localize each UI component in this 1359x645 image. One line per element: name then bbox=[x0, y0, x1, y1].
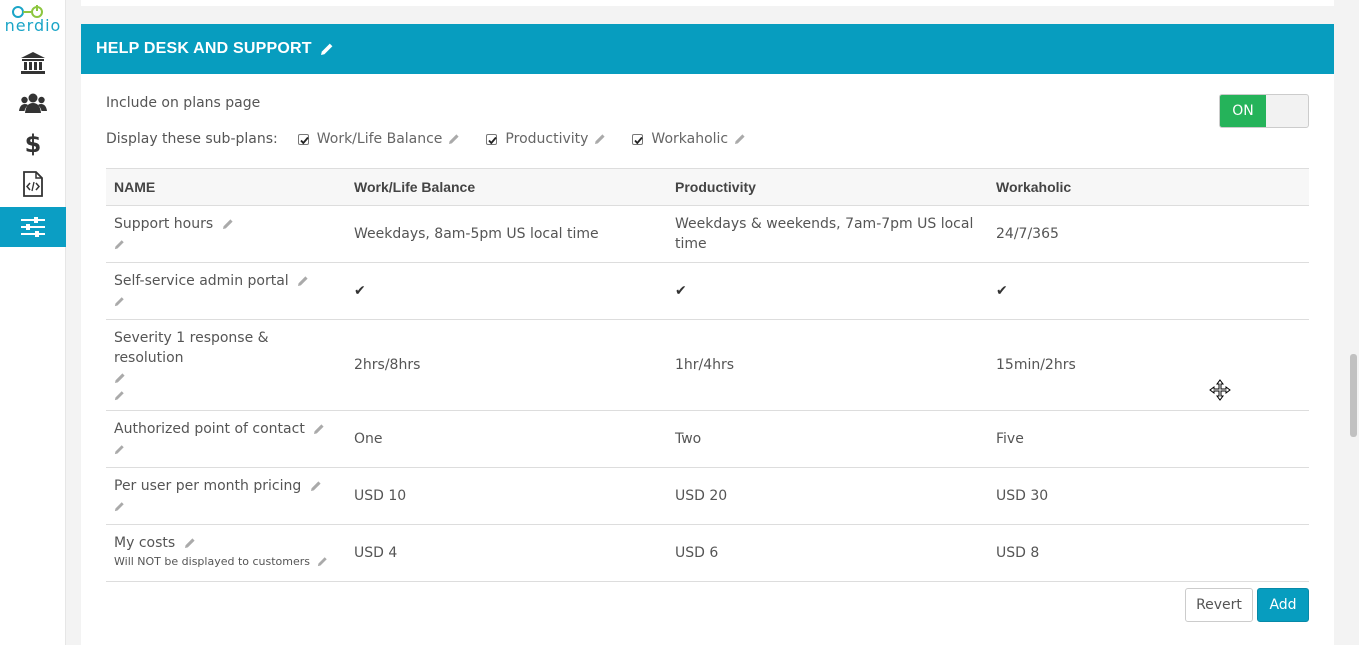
panel-header: HELP DESK AND SUPPORT bbox=[81, 24, 1334, 74]
row-note: Will NOT be displayed to customers bbox=[114, 555, 311, 568]
subplan-checkbox[interactable] bbox=[486, 133, 498, 145]
table-cell: USD 10 bbox=[346, 467, 667, 525]
subplans-row: Display these sub-plans: Work/Life Balan… bbox=[106, 129, 772, 149]
code-file-icon bbox=[23, 171, 43, 197]
table-row: Authorized point of contact One Two Five bbox=[106, 410, 1309, 468]
pencil-icon[interactable] bbox=[594, 133, 606, 145]
subplan-work-life-balance: Work/Life Balance bbox=[297, 131, 461, 147]
checkmark-icon: ✔ bbox=[988, 262, 1309, 320]
table-row: My costs Will NOT be displayed to custom… bbox=[106, 524, 1309, 582]
column-header-name: NAME bbox=[106, 168, 346, 206]
table-cell: Weekdays & weekends, 7am-7pm US local ti… bbox=[667, 205, 988, 263]
table-cell: USD 30 bbox=[988, 467, 1309, 525]
subplans-label: Display these sub-plans: bbox=[106, 131, 278, 147]
checkmark-icon bbox=[634, 136, 644, 144]
table-cell: Two bbox=[667, 410, 988, 468]
pencil-icon[interactable] bbox=[320, 42, 334, 56]
pencil-icon[interactable] bbox=[114, 239, 125, 250]
include-toggle[interactable]: ON bbox=[1219, 94, 1309, 128]
subplan-label: Productivity bbox=[505, 131, 589, 147]
toggle-on-label: ON bbox=[1220, 95, 1266, 127]
row-name: My costs bbox=[114, 535, 176, 551]
row-name-cell: Per user per month pricing bbox=[106, 467, 346, 525]
table-cell: 24/7/365 bbox=[988, 205, 1309, 263]
checkmark-icon bbox=[300, 136, 309, 144]
row-name-cell: Severity 1 response & resolution bbox=[106, 319, 346, 411]
sidebar-item-settings[interactable] bbox=[0, 207, 66, 247]
table-row: Per user per month pricing USD 10 USD 20… bbox=[106, 467, 1309, 525]
checkmark-icon: ✔ bbox=[346, 262, 667, 320]
subplan-productivity: Productivity bbox=[486, 131, 606, 147]
pencil-icon[interactable] bbox=[297, 275, 309, 287]
table-row: Support hours Weekdays, 8am-5pm US local… bbox=[106, 205, 1309, 263]
subplan-checkbox[interactable] bbox=[632, 133, 644, 145]
row-name-cell: Authorized point of contact bbox=[106, 410, 346, 468]
sidebar-item-users[interactable] bbox=[0, 83, 66, 123]
bank-icon bbox=[21, 52, 45, 74]
table-row: Severity 1 response & resolution 2hrs/8h… bbox=[106, 319, 1309, 411]
table-cell: 2hrs/8hrs bbox=[346, 319, 667, 411]
checkmark-icon: ✔ bbox=[667, 262, 988, 320]
row-name: Severity 1 response & resolution bbox=[114, 330, 269, 366]
features-table: NAME Work/Life Balance Productivity Work… bbox=[106, 168, 1309, 582]
sliders-icon bbox=[21, 217, 45, 237]
pencil-icon[interactable] bbox=[114, 444, 125, 455]
table-row: Self-service admin portal ✔ ✔ ✔ bbox=[106, 262, 1309, 320]
table-cell: Weekdays, 8am-5pm US local time bbox=[346, 205, 667, 263]
pencil-icon[interactable] bbox=[114, 372, 126, 384]
row-name: Per user per month pricing bbox=[114, 478, 302, 494]
column-header-productivity: Productivity bbox=[667, 168, 988, 206]
pencil-icon[interactable] bbox=[313, 423, 325, 435]
row-name-cell: My costs Will NOT be displayed to custom… bbox=[106, 524, 346, 582]
dollar-icon: $ bbox=[24, 130, 42, 158]
checkmark-icon bbox=[488, 136, 498, 144]
pencil-icon[interactable] bbox=[448, 133, 460, 145]
page-title: HELP DESK AND SUPPORT bbox=[96, 40, 312, 57]
column-header-workaholic: Workaholic bbox=[988, 168, 1309, 206]
subplan-label: Workaholic bbox=[651, 131, 729, 147]
table-header-row: NAME Work/Life Balance Productivity Work… bbox=[106, 168, 1309, 206]
pencil-icon[interactable] bbox=[310, 480, 322, 492]
sidebar: nerdio $ bbox=[0, 0, 66, 645]
sidebar-item-pricing[interactable]: $ bbox=[0, 124, 66, 164]
page-scrollbar[interactable] bbox=[1347, 0, 1359, 645]
table-cell: One bbox=[346, 410, 667, 468]
move-cursor-icon bbox=[1209, 379, 1231, 401]
pencil-icon[interactable] bbox=[184, 537, 196, 549]
scrollbar-thumb[interactable] bbox=[1350, 354, 1357, 437]
subplan-checkbox[interactable] bbox=[297, 133, 309, 145]
users-icon bbox=[19, 93, 47, 113]
pencil-icon[interactable] bbox=[317, 556, 328, 567]
help-desk-panel: HELP DESK AND SUPPORT Include on plans p… bbox=[81, 24, 1334, 645]
column-header-work-life: Work/Life Balance bbox=[346, 168, 667, 206]
table-cell: 1hr/4hrs bbox=[667, 319, 988, 411]
pencil-icon[interactable] bbox=[114, 390, 125, 401]
table-cell: USD 4 bbox=[346, 524, 667, 582]
pencil-icon[interactable] bbox=[114, 501, 125, 512]
pencil-icon[interactable] bbox=[114, 296, 125, 307]
previous-panel-edge bbox=[81, 0, 1334, 6]
table-cell: Five bbox=[988, 410, 1309, 468]
table-cell: USD 20 bbox=[667, 467, 988, 525]
add-button[interactable]: Add bbox=[1257, 588, 1309, 622]
sidebar-item-code[interactable] bbox=[0, 164, 66, 204]
table-cell: USD 8 bbox=[988, 524, 1309, 582]
revert-button[interactable]: Revert bbox=[1185, 588, 1253, 622]
pencil-icon[interactable] bbox=[734, 133, 746, 145]
sidebar-item-bank[interactable] bbox=[0, 43, 66, 83]
pencil-icon[interactable] bbox=[222, 218, 234, 230]
row-name-cell: Support hours bbox=[106, 205, 346, 263]
row-name: Authorized point of contact bbox=[114, 421, 305, 437]
row-name: Support hours bbox=[114, 216, 214, 232]
logo-text: nerdio bbox=[4, 16, 62, 35]
subplan-workaholic: Workaholic bbox=[632, 131, 746, 147]
nerdio-logo[interactable]: nerdio bbox=[0, 2, 66, 38]
row-name: Self-service admin portal bbox=[114, 273, 289, 289]
include-on-plans-label: Include on plans page bbox=[106, 95, 261, 111]
table-cell: 15min/2hrs bbox=[988, 319, 1309, 411]
table-cell: USD 6 bbox=[667, 524, 988, 582]
row-name-cell: Self-service admin portal bbox=[106, 262, 346, 320]
subplan-label: Work/Life Balance bbox=[316, 131, 443, 147]
